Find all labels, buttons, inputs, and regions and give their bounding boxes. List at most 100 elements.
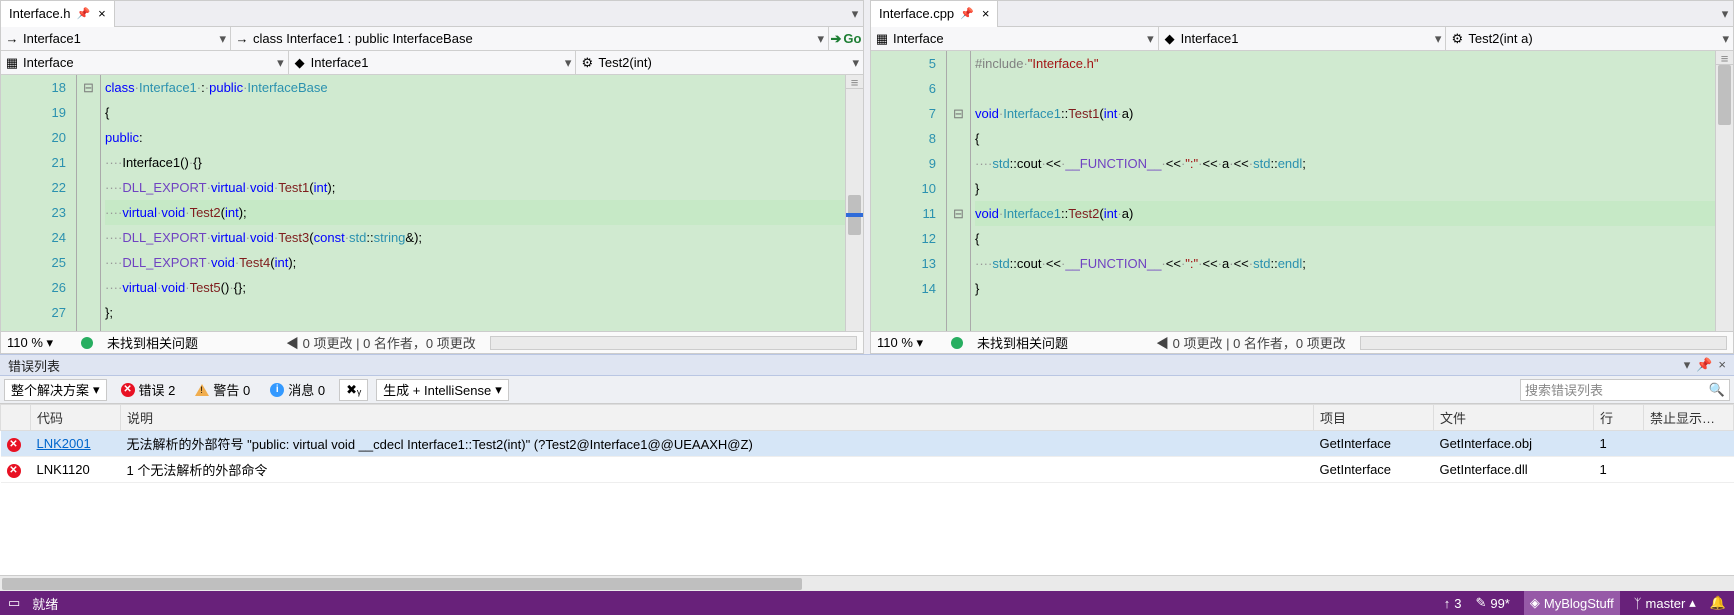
nav-member-combo[interactable]: ⚙ Test2(int a) ▾ bbox=[1446, 27, 1733, 50]
nav-member-text: Test2(int a) bbox=[1468, 31, 1532, 46]
col-suppress[interactable]: 禁止显示… bbox=[1644, 405, 1734, 431]
window-menu-icon[interactable]: ▾ bbox=[1684, 357, 1691, 373]
tab-strip-left: Interface.h 📌 × ▾ bbox=[1, 1, 863, 27]
pin-icon[interactable]: 📌 bbox=[960, 7, 974, 20]
vertical-scrollbar[interactable]: ≡ bbox=[845, 75, 863, 331]
zoom-combo[interactable]: 110 % ▾ bbox=[7, 335, 67, 351]
scope-dropdown[interactable]: 整个解决方案 ▾ bbox=[4, 379, 107, 401]
scroll-thumb[interactable] bbox=[2, 578, 802, 590]
project-icon: ▦ bbox=[875, 32, 889, 46]
repository-icon: ◈ bbox=[1530, 595, 1540, 611]
error-table[interactable]: 代码 说明 项目 文件 行 禁止显示… ✕LNK2001无法解析的外部符号 "p… bbox=[0, 404, 1734, 483]
messages-filter-button[interactable]: i 消息 0 bbox=[264, 379, 331, 401]
chevron-down-icon: ▾ bbox=[1147, 31, 1154, 47]
error-file: GetInterface.obj bbox=[1434, 431, 1594, 457]
tab-title: Interface.cpp bbox=[879, 6, 954, 21]
window-icon: ▭ bbox=[8, 595, 20, 611]
error-desc: 1 个无法解析的外部命令 bbox=[121, 457, 1314, 483]
info-icon: i bbox=[270, 383, 284, 397]
table-header-row[interactable]: 代码 说明 项目 文件 行 禁止显示… bbox=[1, 405, 1734, 431]
error-line: 1 bbox=[1594, 431, 1644, 457]
error-list-toolbar: 整个解决方案 ▾ ✕ 错误 2 警告 0 i 消息 0 ✖ᵧ 生成 + Inte… bbox=[0, 376, 1734, 404]
chevron-down-icon: ▾ bbox=[1435, 31, 1442, 47]
code-editor[interactable]: class·Interface1·:·public·InterfaceBase{… bbox=[101, 75, 845, 331]
close-icon[interactable]: × bbox=[980, 6, 992, 21]
error-project: GetInterface bbox=[1314, 457, 1434, 483]
tab-overflow-icon[interactable]: ▾ bbox=[1717, 6, 1733, 22]
nav-scope-combo[interactable]: → class Interface1 : public InterfaceBas… bbox=[231, 27, 829, 50]
horizontal-scrollbar[interactable] bbox=[1360, 336, 1727, 350]
nav-scope-text: class Interface1 : public InterfaceBase bbox=[253, 31, 473, 46]
split-handle-icon[interactable]: ≡ bbox=[1716, 51, 1733, 65]
zoom-combo[interactable]: 110 % ▾ bbox=[877, 335, 937, 351]
go-button[interactable]: ➔ Go bbox=[829, 27, 863, 50]
error-list-title-bar[interactable]: 错误列表 ▾ 📌 × bbox=[0, 354, 1734, 376]
close-icon[interactable]: × bbox=[96, 6, 108, 21]
method-icon: ⚙ bbox=[1450, 32, 1464, 46]
error-code: LNK1120 bbox=[37, 462, 90, 477]
col-line[interactable]: 行 bbox=[1594, 405, 1644, 431]
notifications-button[interactable]: 🔔 bbox=[1710, 595, 1726, 611]
pending-changes[interactable]: ✎ 99* bbox=[1475, 595, 1509, 611]
col-project[interactable]: 项目 bbox=[1314, 405, 1434, 431]
warnp-left filter-button[interactable]: 警告 0 bbox=[189, 379, 256, 401]
col-severity[interactable] bbox=[1, 405, 31, 431]
chevron-down-icon: ▾ bbox=[219, 31, 226, 47]
arrow-right-icon: → bbox=[5, 32, 19, 46]
clear-filter-button[interactable]: ✖ᵧ bbox=[339, 379, 368, 401]
col-desc[interactable]: 说明 bbox=[121, 405, 1314, 431]
pencil-icon: ✎ bbox=[1475, 595, 1486, 611]
nav-class-combo[interactable]: ◆ Interface1 ▾ bbox=[289, 51, 577, 74]
nav-type-combo[interactable]: → Interface1 ▾ bbox=[1, 27, 231, 50]
issues-text: 未找到相关问题 bbox=[977, 333, 1068, 352]
code-editor[interactable]: #include·"Interface.h"void·Interface1::T… bbox=[971, 51, 1715, 331]
vertical-scrollbar[interactable]: ≡ bbox=[1715, 51, 1733, 331]
outline-column[interactable]: ⊟ bbox=[77, 75, 101, 331]
class-icon: ◆ bbox=[1163, 32, 1177, 46]
pin-icon[interactable]: 📌 bbox=[76, 7, 90, 20]
search-icon: 🔍 bbox=[1709, 382, 1725, 398]
scroll-thumb[interactable] bbox=[1718, 65, 1731, 125]
outline-column[interactable]: ⊟⊟ bbox=[947, 51, 971, 331]
chevron-down-icon: ▾ bbox=[495, 382, 502, 398]
chevron-down-icon: ▾ bbox=[93, 382, 100, 398]
nav-project-text: Interface bbox=[23, 55, 74, 70]
issues-text: 未找到相关问题 bbox=[107, 333, 198, 352]
search-placeholder: 搜索错误列表 bbox=[1525, 380, 1603, 399]
error-code-link[interactable]: LNK2001 bbox=[37, 436, 91, 451]
close-icon[interactable]: × bbox=[1718, 357, 1726, 373]
branch-icon: ᛉ bbox=[1634, 596, 1642, 611]
error-icon: ✕ bbox=[7, 464, 21, 478]
nav-class-combo[interactable]: ◆ Interface1 ▾ bbox=[1159, 27, 1447, 50]
line-gutter: 567891011121314 bbox=[871, 51, 947, 331]
branch-status[interactable]: ᛉ master ▴ bbox=[1634, 595, 1696, 611]
nav-project-combo[interactable]: ▦ Interface ▾ bbox=[1, 51, 289, 74]
table-row[interactable]: ✕LNK2001无法解析的外部符号 "public: virtual void … bbox=[1, 431, 1734, 457]
status-bar: ▭ 就绪 ↑ 3 ✎ 99* ◈ MyBlogStuff ᛉ master ▴ … bbox=[0, 591, 1734, 615]
source-dropdown[interactable]: 生成 + IntelliSense ▾ bbox=[376, 379, 509, 401]
autohide-icon[interactable]: 📌 bbox=[1696, 357, 1712, 373]
health-ok-icon bbox=[951, 337, 963, 349]
split-handle-icon[interactable]: ≡ bbox=[846, 75, 863, 89]
repository-status[interactable]: ◈ MyBlogStuff bbox=[1524, 591, 1620, 615]
upload-icon: ↑ bbox=[1444, 596, 1451, 611]
nav-member-combo[interactable]: ⚙ Test2(int) ▾ bbox=[576, 51, 863, 74]
nav-project-text: Interface bbox=[893, 31, 944, 46]
errors-filter-button[interactable]: ✕ 错误 2 bbox=[115, 379, 182, 401]
nav-project-combo[interactable]: ▦ Interface ▾ bbox=[871, 27, 1159, 50]
method-icon: ⚙ bbox=[580, 56, 594, 70]
tab-overflow-icon[interactable]: ▾ bbox=[847, 6, 863, 22]
table-row[interactable]: ✕LNK11201 个无法解析的外部命令GetInterfaceGetInter… bbox=[1, 457, 1734, 483]
doc-tab-interface-h[interactable]: Interface.h 📌 × bbox=[1, 1, 115, 27]
nav-class-text: Interface1 bbox=[1181, 31, 1239, 46]
error-search-input[interactable]: 搜索错误列表 🔍 bbox=[1520, 379, 1730, 401]
col-file[interactable]: 文件 bbox=[1434, 405, 1594, 431]
horizontal-scrollbar[interactable] bbox=[490, 336, 857, 350]
col-code[interactable]: 代码 bbox=[31, 405, 121, 431]
doc-tab-interface-cpp[interactable]: Interface.cpp 📌 × bbox=[871, 1, 998, 27]
error-horizontal-scrollbar[interactable] bbox=[0, 575, 1734, 591]
publish-status[interactable]: ↑ 3 bbox=[1444, 596, 1462, 611]
go-arrow-icon: ➔ bbox=[831, 31, 842, 47]
health-ok-icon bbox=[81, 337, 93, 349]
chevron-down-icon: ▾ bbox=[565, 55, 572, 71]
